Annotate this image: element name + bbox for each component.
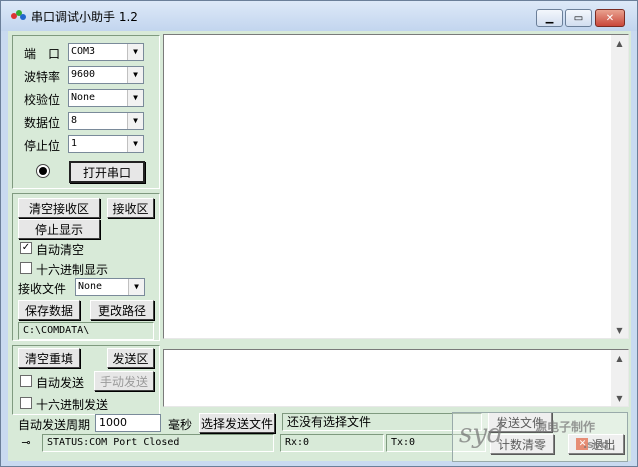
clear-receive-button[interactable]: 清空接收区: [18, 198, 100, 218]
baud-select[interactable]: 9600 ▼: [68, 66, 144, 84]
auto-clear-checkbox[interactable]: ✓: [20, 242, 32, 254]
receive-textarea[interactable]: ▲ ▼: [163, 34, 629, 339]
client-area: 端 口 COM3 ▼ 波特率 9600 ▼ 校验位 None ▼ 数据位 8 ▼…: [8, 31, 631, 461]
chevron-down-icon: ▼: [127, 113, 143, 129]
stop-display-button[interactable]: 停止显示: [18, 219, 100, 239]
rx-counter: Rx:0: [280, 434, 384, 452]
receive-file-format-select[interactable]: None ▼: [75, 278, 145, 296]
period-unit-label: 毫秒: [168, 418, 193, 432]
databits-label: 数据位: [24, 116, 61, 130]
maximize-icon: ▭: [573, 12, 584, 24]
send-scrollbar[interactable]: ▲ ▼: [611, 350, 628, 406]
save-data-button[interactable]: 保存数据: [18, 300, 80, 320]
window-title: 串口调试小助手 1.2: [31, 10, 138, 24]
app-window: 串口调试小助手 1.2 ▁ ▭ ✕ 端 口 COM3 ▼ 波特率 9600 ▼ …: [0, 0, 638, 467]
watermark-url: .syd: [583, 438, 609, 451]
receive-area-label: 接收区: [107, 198, 154, 218]
stopbits-select[interactable]: 1 ▼: [68, 135, 144, 153]
receive-scrollbar[interactable]: ▲ ▼: [611, 35, 628, 338]
hex-send-checkbox[interactable]: [20, 397, 32, 409]
baud-value: 9600: [71, 69, 96, 80]
period-label: 自动发送周期: [18, 418, 91, 432]
watermark-caption: 源电子制作: [535, 420, 596, 434]
stopbits-value: 1: [71, 138, 78, 149]
change-path-button[interactable]: 更改路径: [90, 300, 154, 320]
send-area-label: 发送区: [107, 348, 154, 368]
chevron-down-icon: ▼: [127, 136, 143, 152]
open-port-button[interactable]: 打开串口: [69, 161, 145, 183]
port-label: 端 口: [24, 47, 61, 61]
scroll-up-icon[interactable]: ▲: [611, 35, 628, 51]
chevron-down-icon: ▼: [127, 67, 143, 83]
port-status-indicator-icon: [36, 164, 50, 178]
title-bar: 串口调试小助手 1.2 ▁ ▭ ✕: [1, 1, 637, 31]
hex-send-label: 十六进制发送: [36, 398, 109, 412]
databits-value: 8: [71, 115, 78, 126]
hex-display-checkbox[interactable]: [20, 262, 32, 274]
status-text: STATUS:COM Port Closed: [42, 434, 274, 452]
baud-label: 波特率: [24, 70, 61, 84]
close-icon: ✕: [605, 12, 615, 24]
period-input[interactable]: 1000: [95, 414, 161, 432]
auto-send-checkbox[interactable]: [20, 375, 32, 387]
manual-send-button[interactable]: 手动发送: [94, 371, 154, 391]
pin-icon[interactable]: ⊸: [18, 436, 34, 450]
scroll-down-icon[interactable]: ▼: [611, 390, 628, 406]
receive-file-label: 接收文件: [18, 282, 67, 296]
parity-value: None: [71, 92, 96, 103]
parity-label: 校验位: [24, 93, 61, 107]
clear-send-button[interactable]: 清空重填: [18, 348, 80, 368]
chevron-down-icon: ▼: [128, 279, 144, 295]
save-path-display: C:\COMDATA\: [18, 322, 154, 340]
app-icon: [11, 10, 27, 22]
receive-file-format-value: None: [78, 281, 103, 292]
chevron-down-icon: ▼: [127, 90, 143, 106]
scroll-up-icon[interactable]: ▲: [611, 350, 628, 366]
close-window-button[interactable]: ✕: [595, 9, 625, 27]
minimize-icon: ▁: [545, 12, 554, 24]
stopbits-label: 停止位: [24, 139, 61, 153]
maximize-button[interactable]: ▭: [565, 9, 592, 27]
chevron-down-icon: ▼: [127, 44, 143, 60]
minimize-button[interactable]: ▁: [536, 9, 563, 27]
watermark-logo: syd: [459, 419, 504, 449]
watermark: syd 源电子制作 .syd: [452, 412, 628, 462]
auto-clear-label: 自动清空: [36, 243, 85, 257]
port-select[interactable]: COM3 ▼: [68, 43, 144, 61]
choose-file-button[interactable]: 选择发送文件: [199, 413, 275, 433]
databits-select[interactable]: 8 ▼: [68, 112, 144, 130]
parity-select[interactable]: None ▼: [68, 89, 144, 107]
port-value: COM3: [71, 46, 96, 57]
auto-send-label: 自动发送: [36, 376, 85, 390]
send-textarea[interactable]: ▲ ▼: [163, 349, 629, 407]
hex-display-label: 十六进制显示: [36, 263, 109, 277]
checkmark-icon: ✓: [21, 242, 31, 253]
scroll-down-icon[interactable]: ▼: [611, 322, 628, 338]
